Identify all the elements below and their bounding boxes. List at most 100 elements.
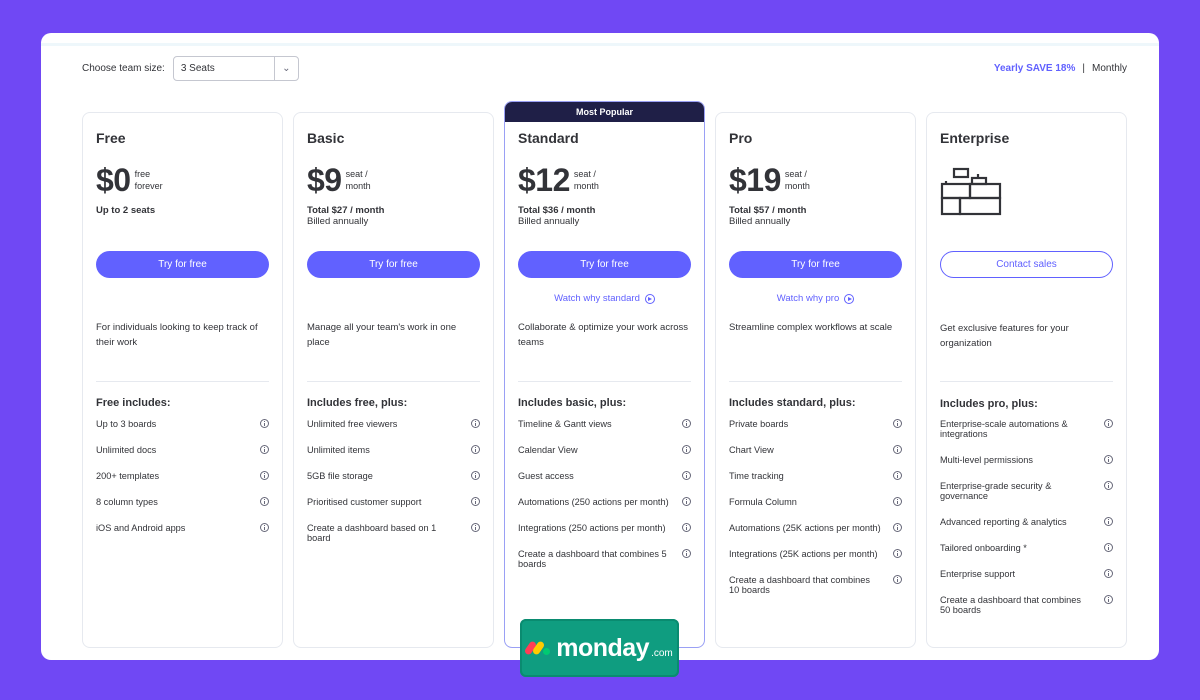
team-size-dropdown[interactable]: 3 Seats ⌄ [172, 56, 299, 81]
plan-card-pro: Pro $19 seat / month Total $57 / month Bil… [715, 112, 916, 648]
includes-title: Includes basic, plus: [518, 397, 627, 409]
plan-name: Free [96, 130, 126, 146]
feature-text: Advanced reporting & analytics [940, 517, 1067, 527]
feature-item: Automations (250 actions per month) [518, 497, 691, 507]
monday-logo-mark-icon [523, 640, 552, 656]
info-icon[interactable] [471, 445, 480, 454]
feature-list: Enterprise-scale automations & integrati… [940, 419, 1113, 631]
plan-name: Standard [518, 130, 579, 146]
info-icon[interactable] [682, 445, 691, 454]
info-icon[interactable] [682, 523, 691, 532]
feature-text: Guest access [518, 471, 574, 481]
feature-text: Timeline & Gantt views [518, 419, 612, 429]
info-icon[interactable] [260, 445, 269, 454]
info-icon[interactable] [1104, 517, 1113, 526]
feature-item: Up to 3 boards [96, 419, 269, 429]
feature-text: Unlimited docs [96, 445, 157, 455]
billing-monthly-option[interactable]: Monthly [1092, 63, 1127, 74]
info-icon[interactable] [1104, 419, 1113, 428]
info-icon[interactable] [471, 523, 480, 532]
billing-yearly-option[interactable]: Yearly SAVE 18% [994, 63, 1076, 74]
info-icon[interactable] [893, 549, 902, 558]
info-icon[interactable] [260, 471, 269, 480]
feature-text: 8 column types [96, 497, 158, 507]
feature-text: Up to 3 boards [96, 419, 157, 429]
feature-text: Create a dashboard that combines 5 board… [518, 549, 667, 569]
feature-list: Private boards Chart View Time tracking For… [729, 419, 902, 611]
chevron-down-icon[interactable]: ⌄ [273, 57, 298, 80]
try-for-free-button[interactable]: Try for free [518, 251, 691, 278]
info-icon[interactable] [893, 575, 902, 584]
logo-suffix: .com [651, 647, 673, 659]
watch-video-label: Watch why standard [554, 293, 640, 304]
info-icon[interactable] [471, 419, 480, 428]
feature-item: iOS and Android apps [96, 523, 269, 533]
feature-item: 200+ templates [96, 471, 269, 481]
info-icon[interactable] [893, 471, 902, 480]
feature-item: Automations (25K actions per month) [729, 523, 902, 533]
contact-sales-button[interactable]: Contact sales [940, 251, 1113, 278]
info-icon[interactable] [893, 523, 902, 532]
feature-item: Private boards [729, 419, 902, 429]
feature-item: Tailored onboarding * [940, 543, 1113, 553]
info-icon[interactable] [1104, 595, 1113, 604]
feature-item: Calendar View [518, 445, 691, 455]
plan-name: Pro [729, 130, 753, 146]
info-icon[interactable] [471, 497, 480, 506]
top-divider [41, 43, 1159, 46]
feature-item: Timeline & Gantt views [518, 419, 691, 429]
info-icon[interactable] [893, 497, 902, 506]
info-icon[interactable] [893, 419, 902, 428]
price: $19 [729, 162, 781, 198]
info-icon[interactable] [260, 523, 269, 532]
feature-item: 8 column types [96, 497, 269, 507]
price-row: $19 seat / month [729, 161, 810, 199]
plan-description: Manage all your team's work in one place [307, 322, 457, 348]
feature-text: Enterprise-grade security & governance [940, 481, 1052, 501]
info-icon[interactable] [260, 419, 269, 428]
try-for-free-button[interactable]: Try for free [96, 251, 269, 278]
feature-text: Integrations (250 actions per month) [518, 523, 666, 533]
team-size-selector: Choose team size: 3 Seats ⌄ [82, 56, 299, 81]
price: $12 [518, 162, 570, 198]
feature-item: Prioritised customer support [307, 497, 480, 507]
feature-text: Enterprise-scale automations & integrati… [940, 419, 1068, 439]
feature-item: Enterprise-scale automations & integrati… [940, 419, 1113, 439]
logo-text: monday [556, 633, 650, 662]
plan-card-enterprise: Enterprise Contact sales Get exclusive f… [926, 112, 1127, 648]
info-icon[interactable] [682, 549, 691, 558]
try-for-free-button[interactable]: Try for free [307, 251, 480, 278]
price-row: $12 seat / month [518, 161, 599, 199]
divider [96, 381, 269, 382]
info-icon[interactable] [260, 497, 269, 506]
plan-name: Enterprise [940, 130, 1010, 146]
info-icon[interactable] [471, 471, 480, 480]
price: $9 [307, 162, 342, 198]
info-icon[interactable] [682, 471, 691, 480]
price-subtext: Total $57 / month Billed annually [729, 205, 807, 227]
info-icon[interactable] [1104, 569, 1113, 578]
feature-text: Enterprise support [940, 569, 1016, 579]
feature-list: Up to 3 boards Unlimited docs 200+ templat… [96, 419, 269, 549]
feature-item: 5GB file storage [307, 471, 480, 481]
divider [940, 381, 1113, 382]
feature-text: Tailored onboarding * [940, 543, 1027, 553]
feature-text: Chart View [729, 445, 774, 455]
info-icon[interactable] [682, 419, 691, 428]
team-size-value: 3 Seats [180, 63, 215, 74]
building-blocks-icon [940, 167, 1002, 216]
price-unit: seat / month [573, 169, 599, 191]
divider [518, 381, 691, 382]
info-icon[interactable] [1104, 455, 1113, 464]
watch-video-link[interactable]: Watch why pro [729, 293, 902, 304]
info-icon[interactable] [1104, 543, 1113, 552]
pricing-panel: Choose team size: 3 Seats ⌄ Yearly SAVE … [41, 33, 1159, 660]
feature-text: Create a dashboard based on 1 board [307, 523, 437, 543]
price-unit: free forever [134, 169, 163, 191]
info-icon[interactable] [1104, 481, 1113, 490]
watch-video-link[interactable]: Watch why standard [518, 293, 691, 304]
info-icon[interactable] [682, 497, 691, 506]
try-for-free-button[interactable]: Try for free [729, 251, 902, 278]
info-icon[interactable] [893, 445, 902, 454]
plan-description: For individuals looking to keep track of… [96, 322, 258, 348]
